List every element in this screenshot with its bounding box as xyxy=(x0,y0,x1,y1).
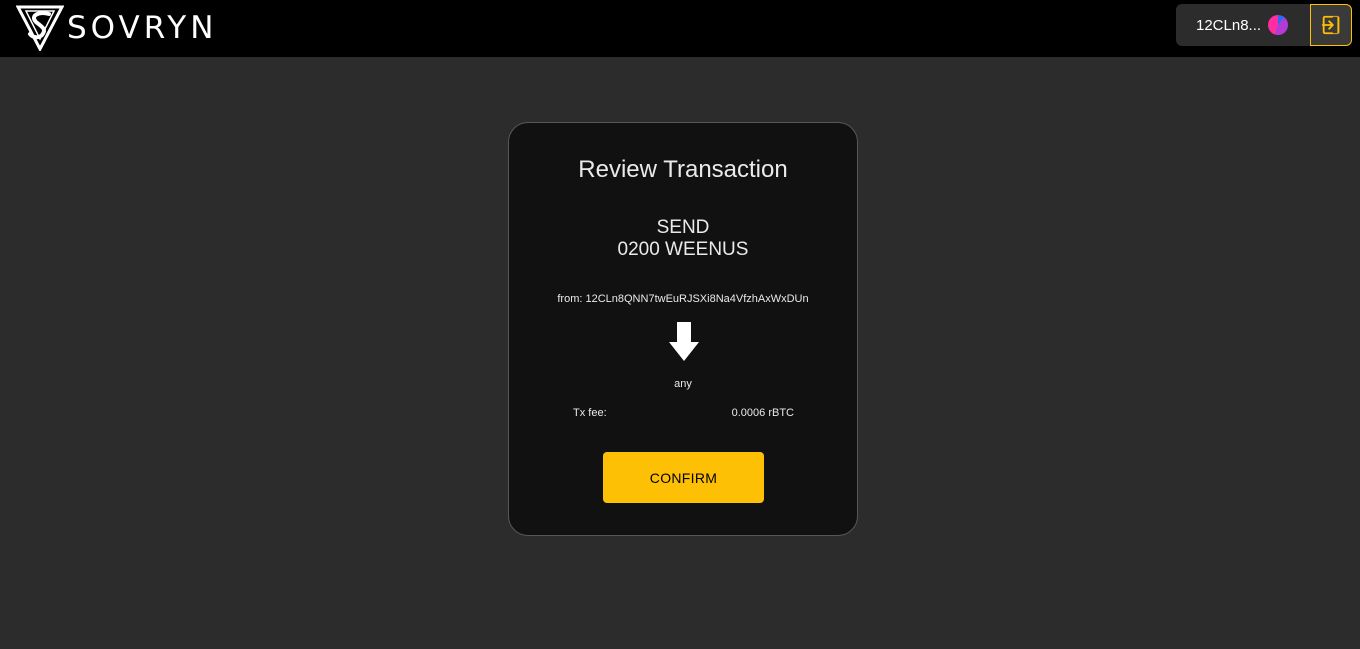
confirm-button[interactable]: CONFIRM xyxy=(603,452,764,503)
wallet-address-button[interactable]: 12CLn8... xyxy=(1176,4,1310,46)
send-action: SEND xyxy=(656,217,710,238)
logout-icon xyxy=(1321,15,1340,35)
tx-fee-row: Tx fee: 0.0006 rBTC xyxy=(573,407,794,419)
tx-fee-value: 0.0006 rBTC xyxy=(731,407,794,419)
card-title: Review Transaction xyxy=(578,156,788,183)
tx-fee-label: Tx fee: xyxy=(573,407,607,419)
review-transaction-card: Review Transaction SEND 0200 WEENUS from… xyxy=(508,122,858,536)
wallet-address: 12CLn8... xyxy=(1196,16,1262,34)
send-amount: 0200 WEENUS xyxy=(617,239,749,260)
brand-name: SOVRYN xyxy=(67,10,218,46)
sovryn-logo[interactable]: SOVRYN xyxy=(16,5,217,51)
to-address: any xyxy=(674,378,692,390)
sovryn-logo-icon xyxy=(16,5,64,51)
wallet-widget: 12CLn8... xyxy=(1176,4,1352,46)
arrow-down-icon xyxy=(669,322,699,361)
from-address: from: 12CLn8QNN7twEuRJSXi8Na4VfzhAxWxDUn xyxy=(557,293,809,305)
wallet-avatar-icon xyxy=(1268,15,1288,35)
send-summary: SEND 0200 WEENUS xyxy=(509,217,857,261)
logout-button[interactable] xyxy=(1310,4,1352,46)
top-bar: SOVRYN 12CLn8... xyxy=(0,0,1360,57)
